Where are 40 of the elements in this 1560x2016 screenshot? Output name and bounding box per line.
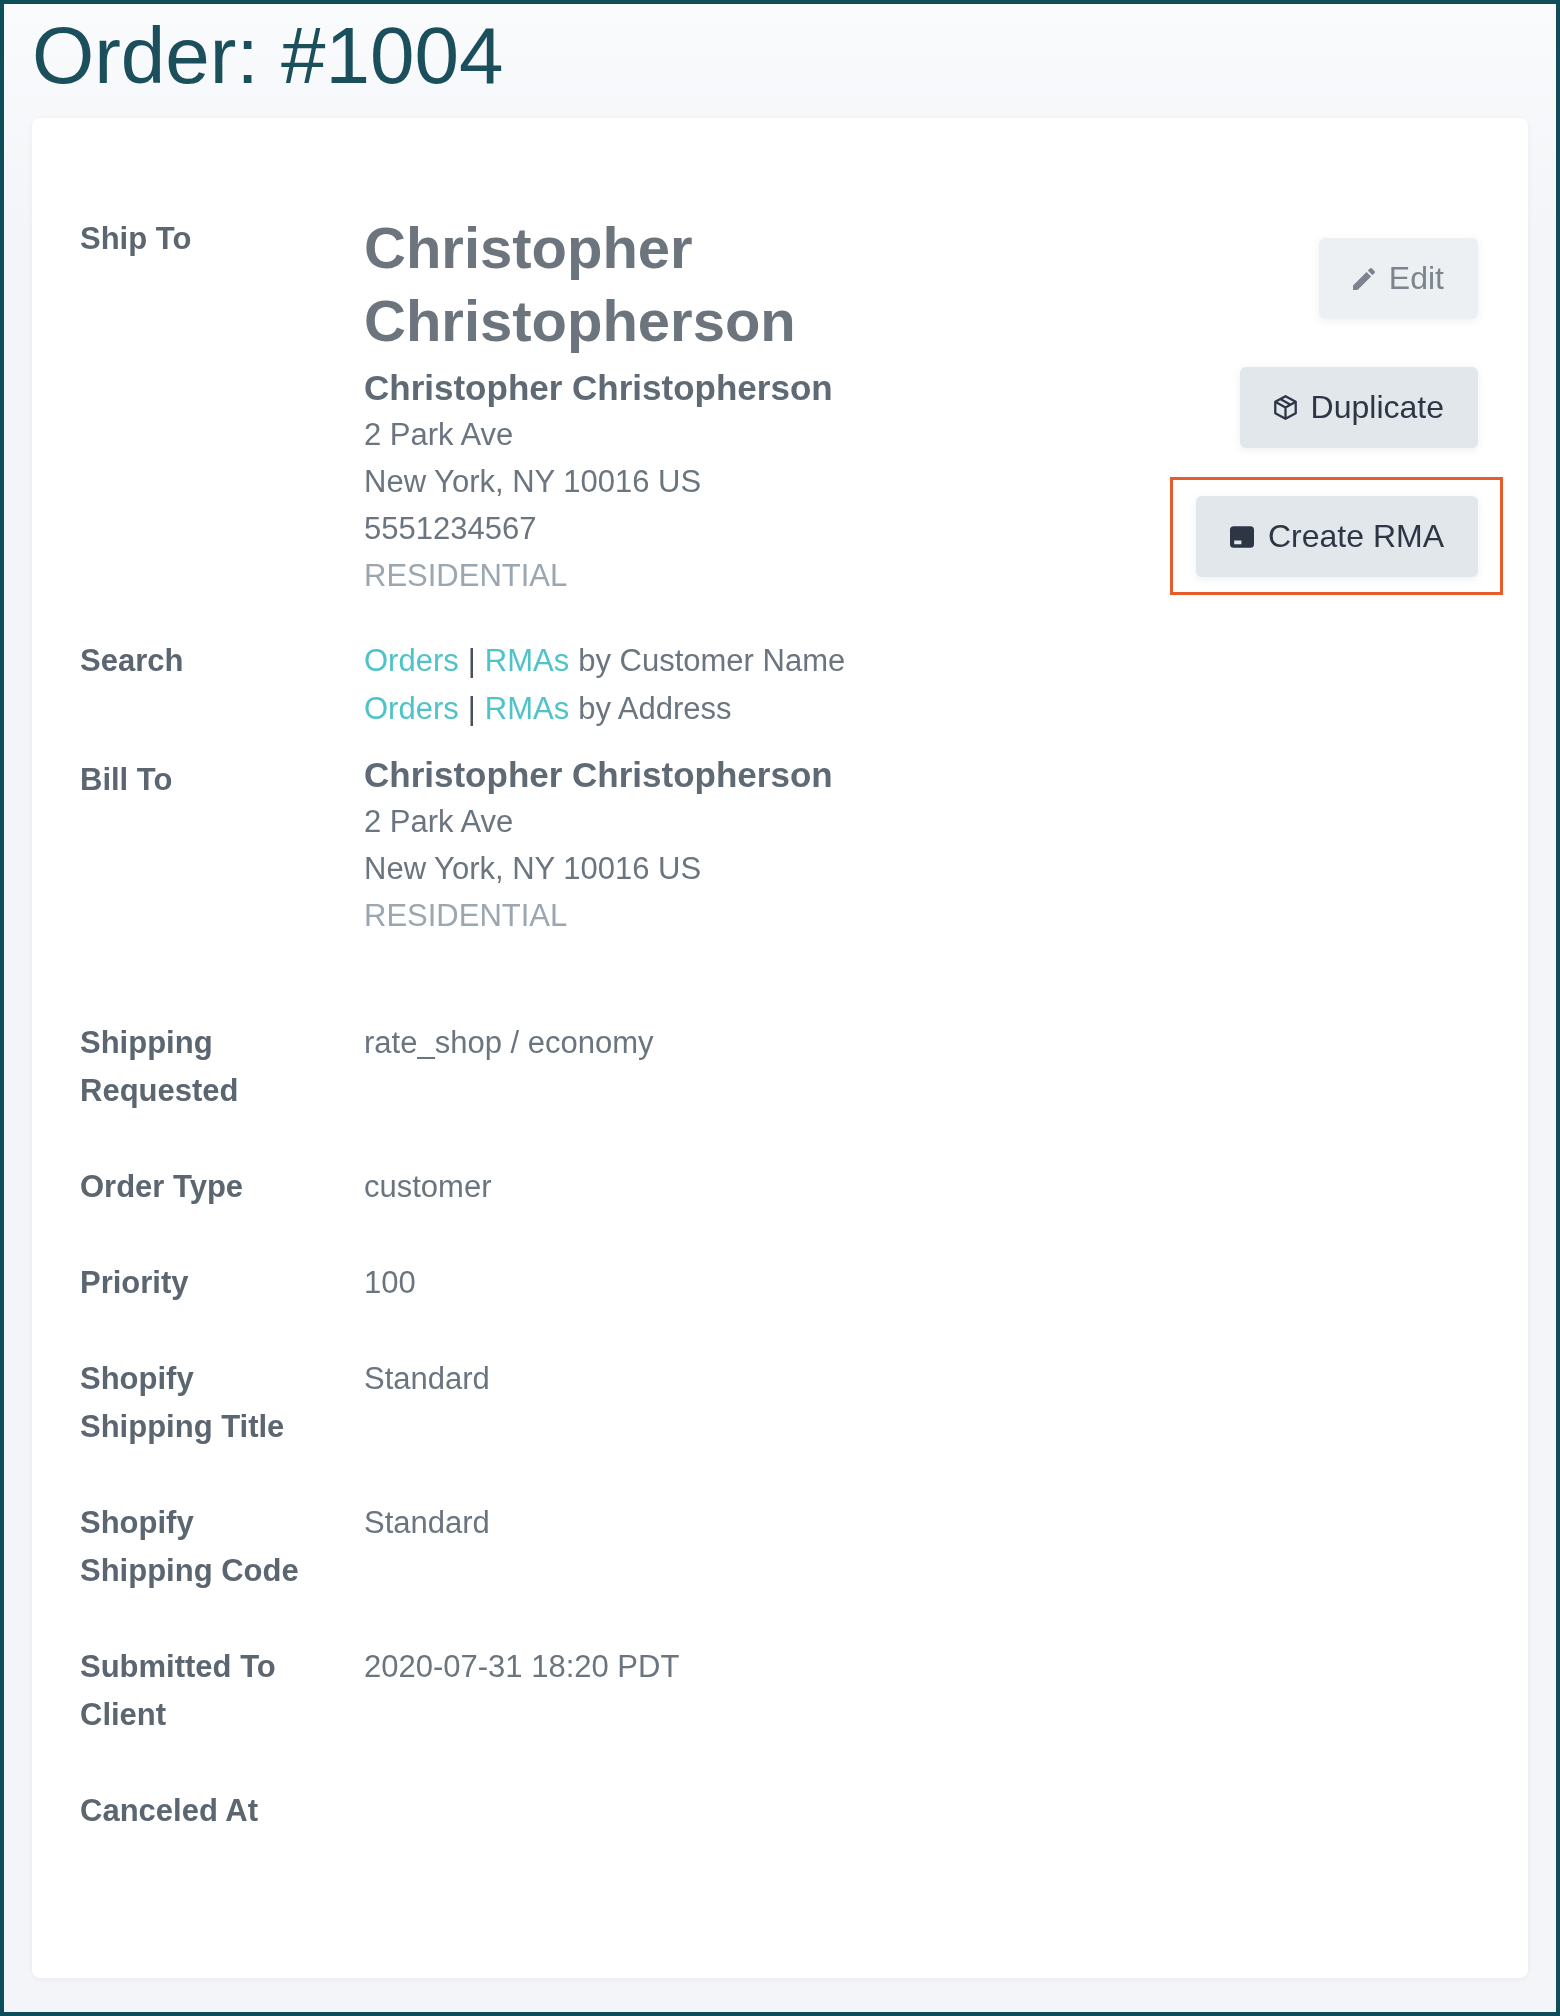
search-link[interactable]: RMAs	[484, 685, 570, 733]
address-line: New York, NY 10016 US	[364, 850, 703, 888]
pencil-icon	[1352, 267, 1375, 290]
address-line: New York, NY 10016 US	[364, 463, 703, 501]
recipient-name: Christopher Christopherson	[364, 367, 834, 409]
field-label: Shopify Shipping Title	[80, 1360, 286, 1446]
field-value: rate_shop / economy	[364, 1024, 655, 1062]
address-line: 2 Park Ave	[364, 416, 515, 454]
pipe-separator: |	[467, 690, 476, 728]
pipe-separator: |	[467, 642, 476, 680]
field-label: Shopify Shipping Code	[80, 1504, 300, 1590]
page-title: Order: #1004	[32, 11, 504, 101]
search-link[interactable]: Orders	[364, 637, 459, 685]
box-icon	[1229, 525, 1254, 548]
create-rma-button[interactable]: Create RMA	[1195, 496, 1478, 577]
customer-name-heading: Christopher Christopherson	[364, 214, 797, 355]
search-link[interactable]: RMAs	[484, 637, 570, 685]
address-line: 5551234567	[364, 510, 538, 548]
field-value: customer	[364, 1168, 493, 1206]
field-value: Standard	[364, 1360, 491, 1398]
recipient-name: Christopher Christopherson	[364, 754, 834, 796]
field-label: Submitted To Client	[80, 1648, 277, 1734]
cube-icon	[1273, 395, 1297, 420]
field-value: Standard	[364, 1504, 491, 1542]
search-link[interactable]: Orders	[364, 685, 459, 733]
address-type: RESIDENTIAL	[364, 897, 569, 935]
field-label: Order Type	[80, 1168, 245, 1206]
field-label: Shipping Requested	[80, 1024, 240, 1110]
field-label: Ship To	[80, 220, 193, 258]
address-type: RESIDENTIAL	[364, 557, 569, 595]
field-label: Bill To	[80, 761, 174, 799]
address-line: 2 Park Ave	[364, 803, 515, 841]
field-label: Canceled At	[80, 1792, 259, 1830]
duplicate-button[interactable]: Duplicate	[1239, 367, 1478, 448]
field-value: 2020-07-31 18:20 PDT	[364, 1648, 681, 1686]
field-label: Priority	[80, 1264, 190, 1302]
search-description: by Address	[578, 690, 732, 728]
field-label: Search	[80, 642, 185, 680]
field-value: 100	[364, 1264, 417, 1302]
search-description: by Customer Name	[578, 642, 846, 680]
